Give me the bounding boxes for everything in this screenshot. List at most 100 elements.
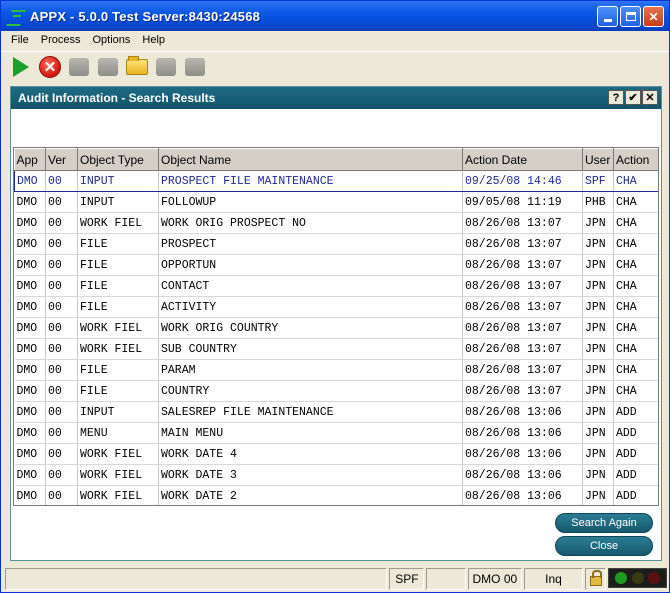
cell-user: JPN	[582, 233, 614, 255]
table-row[interactable]: DMO 00 WORK FIEL WORK DATE 4 08/26/08 13:06 J…	[14, 443, 658, 465]
cell-user: JPN	[582, 275, 614, 297]
cell-user: JPN	[582, 317, 614, 339]
column-header-app[interactable]: App	[14, 148, 46, 171]
search-again-button[interactable]: Search Again	[555, 513, 653, 533]
column-header-object-name[interactable]: Object Name	[158, 148, 463, 171]
cell-action-date: 08/26/08 13:07	[462, 380, 583, 402]
column-header-action[interactable]: Action	[613, 148, 658, 171]
table-row[interactable]: DMO 00 WORK FIEL WORK ORIG COUNTRY 08/26/08 …	[14, 317, 658, 339]
open-folder-button[interactable]	[125, 55, 149, 79]
panel-title: Audit Information - Search Results	[18, 91, 216, 105]
cell-action: ADD	[613, 401, 658, 423]
cell-object-type: FILE	[77, 233, 159, 255]
table-row[interactable]: DMO 00 WORK FIEL WORK DATE 2 08/26/08 13:06 J…	[14, 485, 658, 505]
cell-user: JPN	[582, 212, 614, 234]
cell-user: SPF	[582, 170, 614, 192]
cell-action-date: 08/26/08 13:07	[462, 212, 583, 234]
folder-icon	[98, 57, 118, 76]
cell-ver: 00	[45, 296, 78, 318]
cell-action-date: 08/26/08 13:06	[462, 401, 583, 423]
table-row[interactable]: DMO 00 FILE ACTIVITY 08/26/08 13:07 JPN CHA	[14, 296, 658, 318]
table-row[interactable]: DMO 00 FILE CONTACT 08/26/08 13:07 JPN CHA	[14, 275, 658, 297]
menu-process[interactable]: Process	[35, 34, 87, 46]
cell-object-name: PROSPECT	[158, 233, 463, 255]
delete-button[interactable]	[154, 55, 178, 79]
table-row[interactable]: DMO 00 WORK FIEL SUB COUNTRY 08/26/08 13:07 J…	[14, 338, 658, 360]
menu-help[interactable]: Help	[136, 34, 171, 46]
cell-ver: 00	[45, 275, 78, 297]
cell-object-name: WORK DATE 2	[158, 485, 463, 505]
status-user: SPF	[389, 568, 425, 590]
cell-action: CHA	[613, 275, 658, 297]
status-blank	[426, 568, 466, 590]
cell-object-type: WORK FIEL	[77, 212, 159, 234]
maximize-button[interactable]	[620, 6, 641, 27]
table-row[interactable]: DMO 00 WORK FIEL WORK DATE 3 08/26/08 13:06 J…	[14, 464, 658, 486]
cell-action-date: 08/26/08 13:07	[462, 359, 583, 381]
appx-logo-icon	[7, 7, 25, 25]
table-header-row: App Ver Object Type Object Name Action Date U…	[14, 148, 658, 171]
cell-object-name: WORK ORIG PROSPECT NO	[158, 212, 463, 234]
cell-action: ADD	[613, 464, 658, 486]
help-icon: ?	[612, 91, 620, 104]
cell-object-name: PROSPECT FILE MAINTENANCE	[158, 170, 463, 192]
ok-button[interactable]: ✔	[625, 90, 641, 105]
menu-options[interactable]: Options	[86, 34, 136, 46]
cell-object-name: WORK DATE 3	[158, 464, 463, 486]
cell-action-date: 08/26/08 13:07	[462, 254, 583, 276]
table-row[interactable]: DMO 00 INPUT SALESREP FILE MAINTENANCE 08/26…	[14, 401, 658, 423]
cell-action: CHA	[613, 233, 658, 255]
folder-button[interactable]	[96, 55, 120, 79]
table-row[interactable]: DMO 00 FILE OPPORTUN 08/26/08 13:07 JPN CHA	[14, 254, 658, 276]
cell-user: JPN	[582, 422, 614, 444]
status-light-yellow-icon	[631, 572, 644, 584]
cell-ver: 00	[45, 338, 78, 360]
new-button[interactable]	[67, 55, 91, 79]
menu-file[interactable]: File	[5, 34, 35, 46]
table-row[interactable]: DMO 00 FILE COUNTRY 08/26/08 13:07 JPN CHA	[14, 380, 658, 402]
cell-object-name: PARAM	[158, 359, 463, 381]
window-title: APPX - 5.0.0 Test Server:8430:24568	[30, 8, 261, 24]
cell-app: DMO	[14, 485, 46, 505]
close-button[interactable]: Close	[555, 536, 653, 556]
status-app-version: DMO 00	[467, 568, 523, 590]
table-row[interactable]: DMO 00 MENU MAIN MENU 08/26/08 13:06 JPN ADD	[14, 422, 658, 444]
title-bar[interactable]: APPX - 5.0.0 Test Server:8430:24568 ✕	[1, 1, 669, 31]
minimize-icon	[603, 19, 612, 22]
cell-ver: 00	[45, 170, 78, 192]
play-icon	[13, 56, 29, 77]
cell-app: DMO	[14, 380, 46, 402]
cell-app: DMO	[14, 296, 46, 318]
table-row[interactable]: DMO 00 INPUT FOLLOWUP 09/05/08 11:19 PHB CHA	[14, 191, 658, 213]
close-panel-button[interactable]: ✕	[642, 90, 658, 105]
app-window: APPX - 5.0.0 Test Server:8430:24568 ✕ Fi…	[0, 0, 670, 593]
stop-button[interactable]: ✕	[38, 55, 62, 79]
table-row[interactable]: DMO 00 FILE PARAM 08/26/08 13:07 JPN CHA	[14, 359, 658, 381]
cell-app: DMO	[14, 254, 46, 276]
help-button[interactable]: ?	[608, 90, 624, 105]
column-header-user[interactable]: User	[582, 148, 614, 171]
run-button[interactable]	[9, 55, 33, 79]
close-window-button[interactable]: ✕	[643, 6, 664, 27]
cell-ver: 00	[45, 254, 78, 276]
stop-icon: ✕	[39, 55, 61, 78]
cell-user: JPN	[582, 254, 614, 276]
delete-all-button[interactable]	[183, 55, 207, 79]
cell-action: CHA	[613, 254, 658, 276]
column-header-object-type[interactable]: Object Type	[77, 148, 159, 171]
column-header-ver[interactable]: Ver	[45, 148, 78, 171]
cell-action-date: 09/25/08 14:46	[462, 170, 583, 192]
cell-action: CHA	[613, 212, 658, 234]
status-message	[5, 568, 388, 590]
minimize-button[interactable]	[597, 6, 618, 27]
table-row[interactable]: DMO 00 FILE PROSPECT 08/26/08 13:07 JPN CHA	[14, 233, 658, 255]
column-header-action-date[interactable]: Action Date	[462, 148, 583, 171]
table-row[interactable]: DMO 00 WORK FIEL WORK ORIG PROSPECT NO 08/26…	[14, 212, 658, 234]
cell-action-date: 08/26/08 13:06	[462, 485, 583, 505]
status-light-green-icon	[615, 572, 628, 584]
cell-user: JPN	[582, 359, 614, 381]
table-row[interactable]: DMO 00 INPUT PROSPECT FILE MAINTENANCE 09/25…	[14, 170, 658, 192]
cell-action: ADD	[613, 443, 658, 465]
results-table-container[interactable]: App Ver Object Type Object Name Action Date U…	[13, 147, 659, 506]
cell-user: JPN	[582, 443, 614, 465]
